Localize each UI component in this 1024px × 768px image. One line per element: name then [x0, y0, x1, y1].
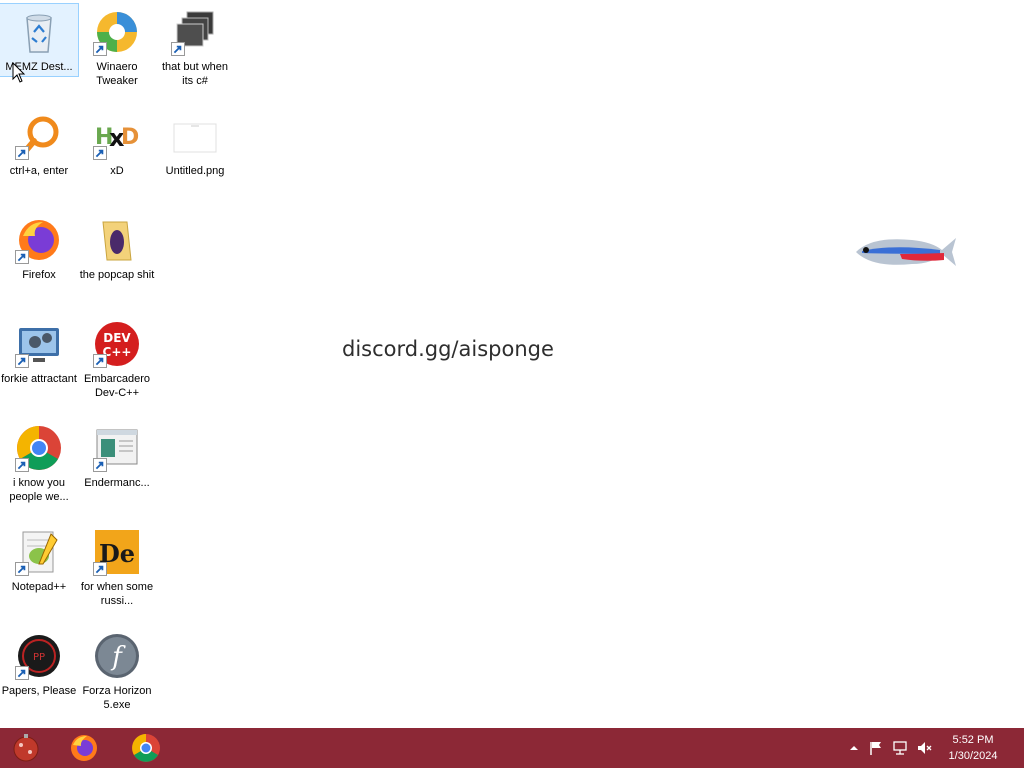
- desktop-icon-label: for when some russi...: [80, 581, 154, 607]
- shortcut-arrow-icon: [15, 354, 29, 368]
- desktop-icon-label: xD: [110, 165, 124, 177]
- papers-please-icon: PP: [15, 632, 63, 680]
- ornament-start-icon: [13, 734, 39, 762]
- window-app-icon: [93, 424, 141, 472]
- chevron-up-icon[interactable]: [846, 740, 862, 756]
- shortcut-arrow-icon: [15, 146, 29, 160]
- desktop-icon-forkie[interactable]: forkie attractant: [0, 316, 78, 416]
- desktop-icon-firefox[interactable]: Firefox: [0, 212, 78, 312]
- desktop-icon-label: forkie attractant: [1, 373, 77, 385]
- winaero-icon: [93, 8, 141, 56]
- notepadpp-icon: [15, 528, 63, 576]
- clock-date: 1/30/2024: [948, 750, 998, 762]
- shortcut-arrow-icon: [15, 666, 29, 680]
- desktop-icon-popcap[interactable]: the popcap shit: [78, 212, 156, 312]
- desktop-icon-csharp[interactable]: that but when its c#: [156, 4, 234, 104]
- clock-time: 5:52 PM: [952, 734, 994, 746]
- svg-text:DEV: DEV: [103, 331, 131, 345]
- shortcut-arrow-icon: [93, 42, 107, 56]
- desktop-icon-label: i know you people we...: [9, 477, 69, 503]
- chrome-icon: [15, 424, 63, 472]
- firefox-icon: [15, 216, 63, 264]
- svg-text:PP: PP: [33, 652, 45, 663]
- desktop-icon-label: Notepad++: [11, 581, 67, 593]
- shortcut-arrow-icon: [93, 354, 107, 368]
- desktop-icon-winaero[interactable]: Winaero Tweaker: [78, 4, 156, 104]
- chrome-icon: [132, 734, 160, 762]
- de-icon: De: [93, 528, 141, 576]
- desktop-icon-label: ctrl+a, enter: [9, 165, 69, 177]
- network-icon[interactable]: [892, 740, 908, 756]
- desktop-icon-forza[interactable]: f Forza Horizon 5.exe: [78, 628, 156, 728]
- shortcut-arrow-icon: [93, 458, 107, 472]
- desktop-icon-label: Untitled.png: [165, 165, 225, 177]
- taskbar: 5:52 PM 1/30/2024: [0, 728, 1024, 768]
- desktop-icon-label: Papers, Please: [1, 685, 77, 697]
- mouse-cursor-icon: [12, 62, 26, 83]
- taskbar-chrome-button[interactable]: [122, 730, 170, 766]
- desktop-icon-notepadpp[interactable]: Notepad++: [0, 524, 78, 624]
- stacked-windows-icon: [171, 8, 219, 56]
- desktop-icon-label: Forza Horizon 5.exe: [82, 685, 152, 711]
- svg-text:D: D: [121, 125, 139, 150]
- system-tray: 5:52 PM 1/30/2024: [824, 728, 1024, 768]
- flag-icon[interactable]: [868, 740, 884, 756]
- shortcut-arrow-icon: [15, 250, 29, 264]
- start-button[interactable]: [2, 730, 50, 766]
- volume-muted-icon[interactable]: [916, 740, 932, 756]
- image-file-icon: [171, 112, 219, 160]
- flash-icon: f: [93, 632, 141, 680]
- hxd-icon: HxD: [93, 112, 141, 160]
- neon-tetra-fish-icon: [856, 238, 956, 266]
- desktop-icon-label: Firefox: [22, 269, 56, 281]
- desktop[interactable]: MEMZ Dest... ctrl+a, enter Firefox forki…: [0, 0, 1024, 728]
- desktop-icon-papers-please[interactable]: PP Papers, Please: [0, 628, 78, 728]
- desktop-icon-xd[interactable]: HxD xD: [78, 108, 156, 208]
- desktop-icon-label: Endermanc...: [84, 477, 150, 489]
- shortcut-arrow-icon: [93, 562, 107, 576]
- taskbar-firefox-button[interactable]: [60, 730, 108, 766]
- desktop-icon-endermanc[interactable]: Endermanc...: [78, 420, 156, 520]
- desktop-icon-de[interactable]: De for when some russi...: [78, 524, 156, 624]
- devcpp-icon: DEV C++: [93, 320, 141, 368]
- desktop-icon-untitled-png[interactable]: Untitled.png: [156, 108, 234, 208]
- desktop-icon-devcpp[interactable]: DEV C++ Embarcadero Dev-C++: [78, 316, 156, 416]
- computer-settings-icon: [15, 320, 63, 368]
- folder-icon: [93, 216, 141, 264]
- desktop-icon-label: Winaero Tweaker: [96, 61, 138, 87]
- taskbar-clock[interactable]: 5:52 PM 1/30/2024: [938, 732, 1008, 764]
- recycle-bin-icon: [15, 8, 63, 56]
- desktop-icon-label: the popcap shit: [79, 269, 155, 281]
- firefox-icon: [71, 735, 97, 761]
- shortcut-arrow-icon: [171, 42, 185, 56]
- desktop-icon-label: Embarcadero Dev-C++: [83, 373, 151, 399]
- shortcut-arrow-icon: [93, 146, 107, 160]
- shortcut-arrow-icon: [15, 458, 29, 472]
- shortcut-arrow-icon: [15, 562, 29, 576]
- wallpaper-text: discord.gg/aisponge: [342, 337, 554, 361]
- orange-magnifier-icon: [15, 112, 63, 160]
- desktop-icon-chrome-shortcut[interactable]: i know you people we...: [0, 420, 78, 520]
- desktop-icon-ctrl-a-enter[interactable]: ctrl+a, enter: [0, 108, 78, 208]
- desktop-icon-label: that but when its c#: [161, 61, 229, 87]
